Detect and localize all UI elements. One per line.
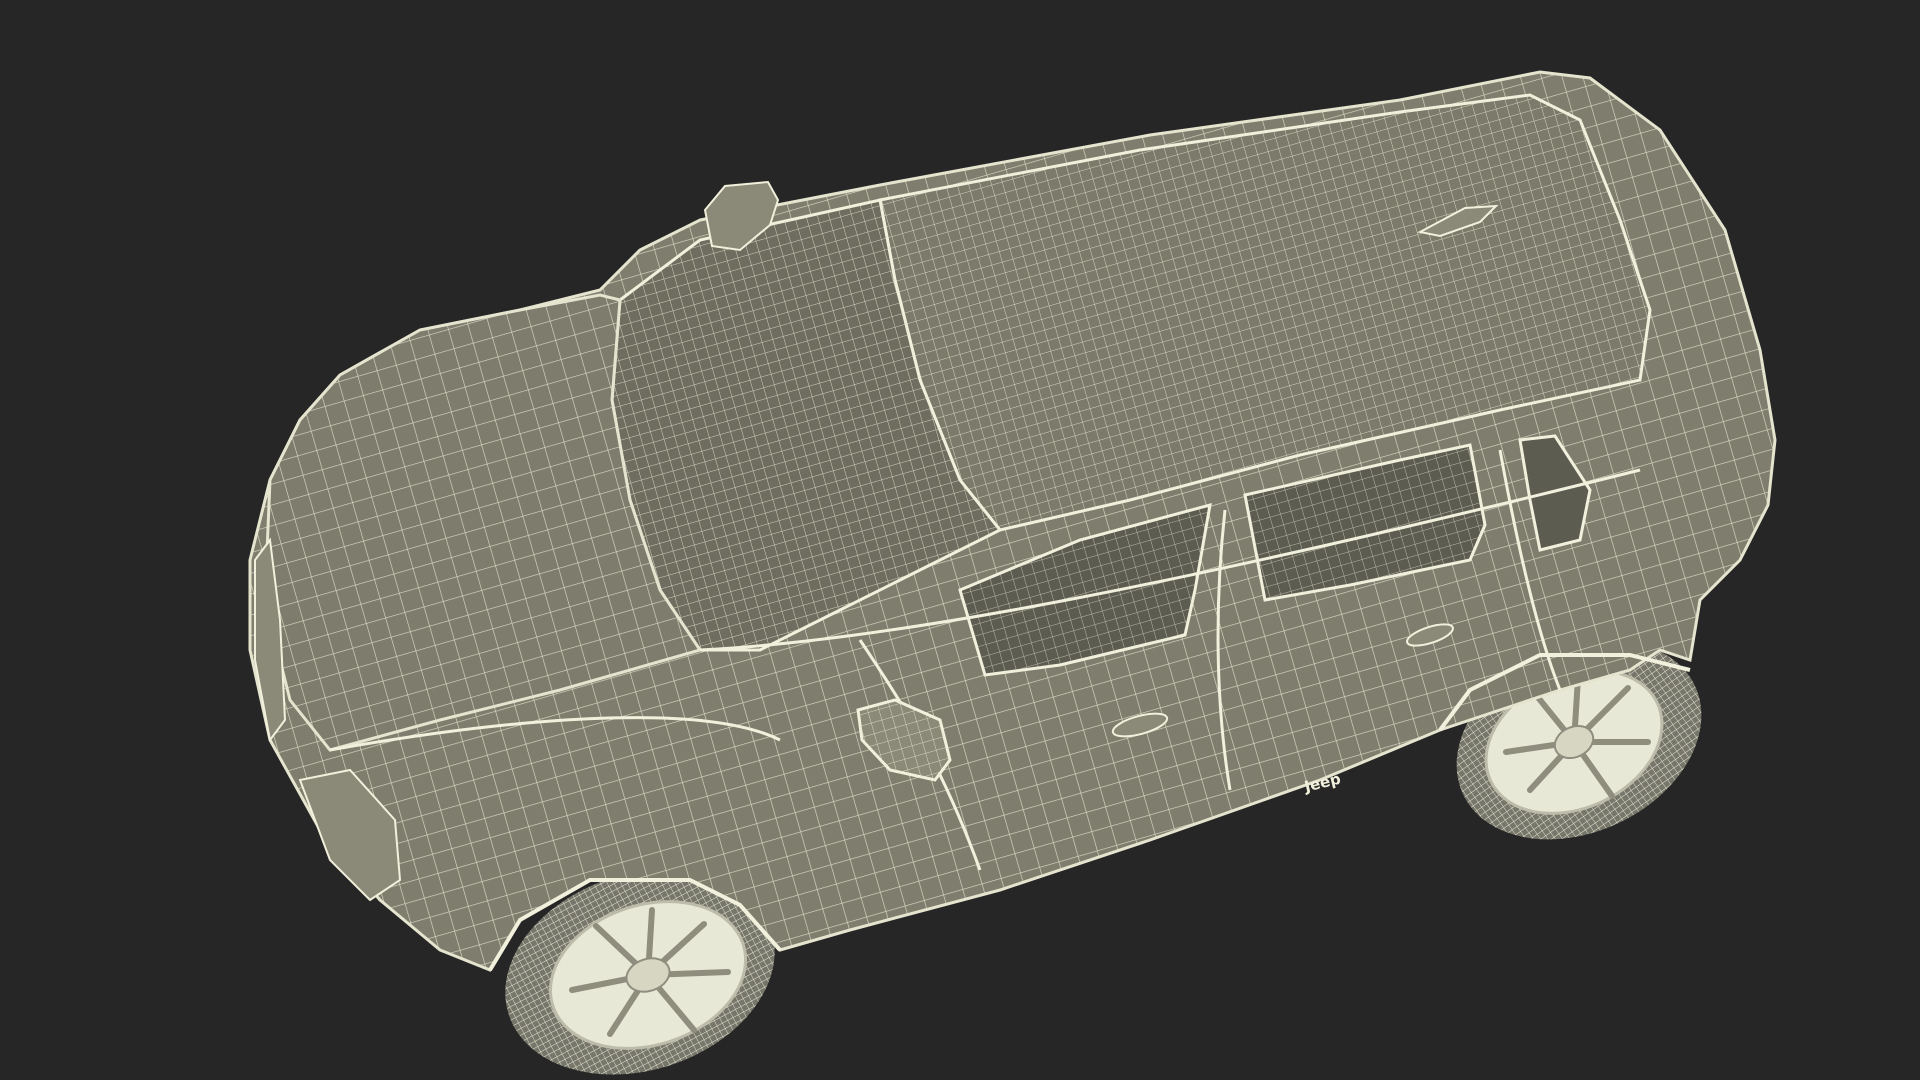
viewport-canvas: Jeep <box>248 70 1777 1075</box>
